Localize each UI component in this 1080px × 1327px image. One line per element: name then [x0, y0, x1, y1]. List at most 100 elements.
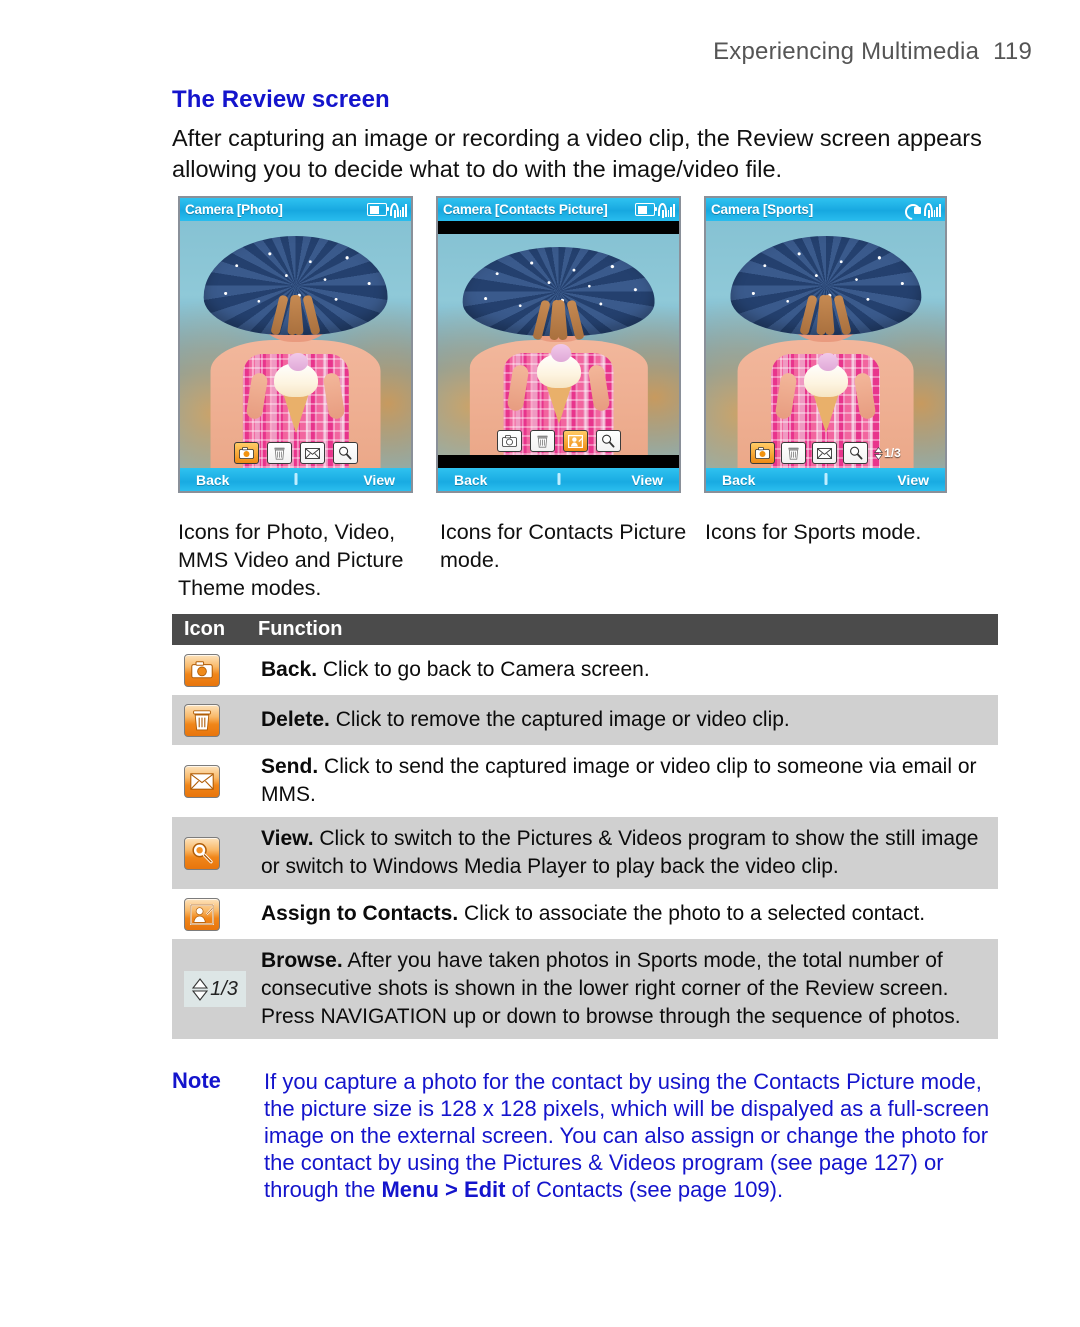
battery-icon: [367, 203, 390, 216]
signal-icon: [658, 202, 675, 218]
row-icon-cell: [184, 897, 258, 931]
column-header-function: Function: [258, 618, 343, 640]
browse-count: 1/3: [210, 977, 238, 1000]
row-description: Delete. Click to remove the captured ima…: [258, 706, 790, 734]
note-text-part2: of Contacts (see page 109).: [505, 1177, 784, 1202]
intro-paragraph: After capturing an image or recording a …: [172, 125, 982, 182]
camera-icon[interactable]: [750, 442, 776, 464]
row-term: Browse.: [261, 949, 343, 972]
status-icon-group: [905, 202, 941, 218]
row-icon-cell: [184, 653, 258, 687]
camera-icon[interactable]: [233, 442, 259, 464]
row-icon-cell: 1/3: [184, 971, 258, 1007]
softkey-back[interactable]: Back: [722, 472, 755, 488]
soft-key-bar: Back View: [706, 468, 945, 491]
phone-screenshot-sports: Camera [Sports] 1/3 Back View: [704, 196, 947, 493]
softkey-back[interactable]: Back: [196, 472, 229, 488]
status-bar: Camera [Contacts Picture]: [438, 198, 679, 221]
trash-icon[interactable]: [781, 442, 807, 464]
row-term: Send.: [261, 755, 319, 778]
envelope-icon[interactable]: [299, 442, 325, 464]
chevron-up-down-icon: [874, 446, 884, 460]
softkey-view[interactable]: View: [897, 472, 929, 488]
table-row: Delete. Click to remove the captured ima…: [172, 695, 998, 745]
caption-contacts-picture: Icons for Contacts Picture mode.: [440, 520, 687, 572]
softkey-view[interactable]: View: [631, 472, 663, 488]
note-text: If you capture a photo for the contact b…: [264, 1068, 1002, 1203]
envelope-icon[interactable]: [812, 442, 838, 464]
row-term: Back.: [261, 658, 318, 681]
phone-screenshot-photo: Camera [Photo] Back View: [178, 196, 413, 493]
browse-indicator: 1/3: [874, 446, 901, 460]
note-emphasis: Menu > Edit: [381, 1177, 506, 1202]
softkey-view[interactable]: View: [363, 472, 395, 488]
trash-icon: [184, 703, 220, 737]
screen-title: Camera [Photo]: [185, 202, 283, 217]
status-bar: Camera [Sports]: [706, 198, 945, 221]
table-row: Send. Click to send the captured image o…: [172, 745, 998, 817]
captured-photo: [438, 234, 679, 455]
letterbox-bottom: [438, 455, 679, 468]
assign-contact-icon[interactable]: [562, 430, 588, 452]
row-detail: Click to go back to Camera screen.: [317, 658, 650, 681]
trash-icon[interactable]: [529, 430, 555, 452]
softkey-divider: [824, 473, 827, 485]
table-row: Back. Click to go back to Camera screen.: [172, 645, 998, 695]
row-detail: After you have taken photos in Sports mo…: [261, 949, 961, 1028]
magnifier-icon: [184, 836, 220, 870]
row-description: Send. Click to send the captured image o…: [258, 753, 988, 809]
row-icon-cell: [184, 836, 258, 870]
sync-icon: [905, 203, 921, 217]
review-toolbar: [438, 430, 679, 452]
note-label: Note: [172, 1068, 221, 1093]
table-row: Assign to Contacts. Click to associate t…: [172, 889, 998, 939]
battery-icon: [635, 203, 658, 216]
signal-icon: [924, 202, 941, 218]
row-icon-cell: [184, 703, 258, 737]
row-description: View. Click to switch to the Pictures & …: [258, 825, 988, 881]
row-description: Browse. After you have taken photos in S…: [258, 947, 988, 1031]
camera-icon: [184, 653, 220, 687]
status-bar: Camera [Photo]: [180, 198, 411, 221]
caption-photo: Icons for Photo, Video, MMS Video and Pi…: [178, 520, 404, 600]
soft-key-bar: Back View: [180, 468, 411, 491]
envelope-icon: [184, 764, 220, 798]
table-row: View. Click to switch to the Pictures & …: [172, 817, 998, 889]
screenshot-captions: Icons for Photo, Video, MMS Video and Pi…: [178, 518, 1038, 602]
softkey-back[interactable]: Back: [454, 472, 487, 488]
phone-screenshot-contacts-picture: Camera [Contacts Picture] Back View: [436, 196, 681, 493]
browse-icon: 1/3: [184, 971, 246, 1007]
table-row: 1/3 Browse. After you have taken photos …: [172, 939, 998, 1039]
camera-icon[interactable]: [496, 430, 522, 452]
signal-icon: [390, 202, 407, 218]
row-detail: Click to associate the photo to a select…: [458, 902, 926, 925]
page-content: The Review screen After capturing an ima…: [172, 0, 1038, 209]
row-term: Assign to Contacts.: [261, 902, 459, 925]
trash-icon[interactable]: [266, 442, 292, 464]
row-term: View.: [261, 827, 314, 850]
magnifier-icon[interactable]: [595, 430, 621, 452]
preview-image: 1/3: [706, 221, 945, 468]
row-icon-cell: [184, 764, 258, 798]
row-description: Assign to Contacts. Click to associate t…: [258, 900, 925, 928]
row-detail: Click to remove the captured image or vi…: [329, 708, 790, 731]
icon-function-table: Icon Function Back. Click to go back to …: [172, 614, 998, 1039]
review-toolbar: [180, 442, 411, 464]
status-icon-group: [635, 202, 675, 218]
screen-title: Camera [Contacts Picture]: [443, 202, 608, 217]
column-header-icon: Icon: [184, 618, 226, 640]
table-header-row: Icon Function: [172, 614, 998, 645]
captured-photo: [706, 221, 945, 468]
preview-image: [180, 221, 411, 468]
row-detail: Click to switch to the Pictures & Videos…: [261, 827, 979, 878]
row-term: Delete.: [261, 708, 330, 731]
soft-key-bar: Back View: [438, 468, 679, 491]
letterbox-top: [438, 221, 679, 234]
row-description: Back. Click to go back to Camera screen.: [258, 656, 650, 684]
chevron-up-down-icon: [192, 977, 209, 1001]
caption-sports: Icons for Sports mode.: [705, 520, 922, 544]
magnifier-icon[interactable]: [332, 442, 358, 464]
captured-photo: [180, 221, 411, 468]
magnifier-icon[interactable]: [843, 442, 869, 464]
preview-image: [438, 221, 679, 468]
